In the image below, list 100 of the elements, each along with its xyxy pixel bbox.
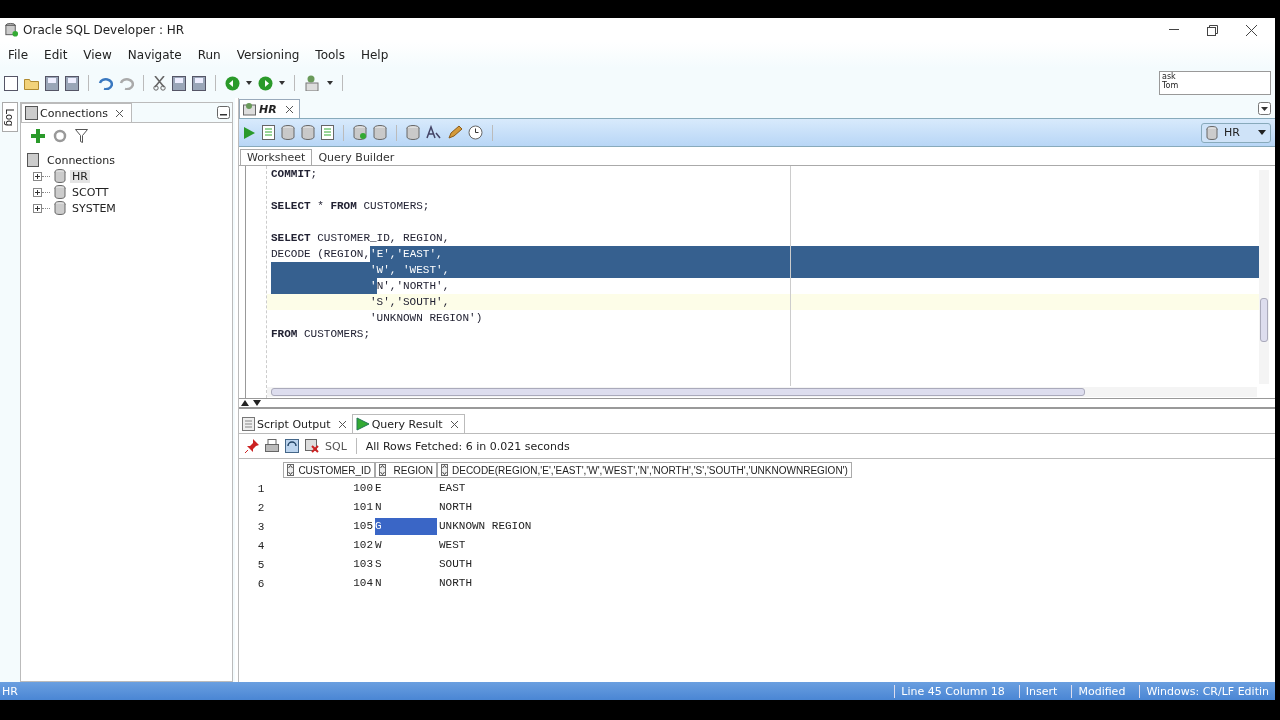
menu-item[interactable]: Edit xyxy=(44,48,68,62)
table-cell[interactable]: E xyxy=(375,480,437,497)
close-icon[interactable] xyxy=(116,109,123,117)
output-tab[interactable]: Query Result xyxy=(351,414,465,433)
cut-icon[interactable] xyxy=(153,75,166,91)
table-cell[interactable]: 101 xyxy=(283,499,375,516)
column-header[interactable]: DECODE(REGION,'E','EAST','W','WEST','N','NORTH','S','SOUTH','UNKNOWNREGION') xyxy=(437,462,852,478)
menu-item[interactable]: Versioning xyxy=(236,48,300,62)
connection-selector[interactable]: HR xyxy=(1201,122,1271,143)
tree-item[interactable]: SCOTT xyxy=(70,185,111,199)
forward-icon[interactable] xyxy=(258,75,273,91)
column-header[interactable]: CUSTOMER_ID xyxy=(283,462,375,478)
table-cell[interactable]: S xyxy=(375,556,437,573)
close-icon[interactable] xyxy=(450,420,458,428)
code-text: ' xyxy=(271,278,377,294)
table-cell[interactable]: N xyxy=(375,499,437,516)
delete-icon[interactable] xyxy=(305,439,319,453)
table-cell[interactable]: N xyxy=(375,575,437,592)
table-cell[interactable]: W xyxy=(375,537,437,554)
status-item: Modified xyxy=(1071,684,1132,698)
minimize-icon[interactable] xyxy=(217,106,230,119)
status-item: Insert xyxy=(1018,684,1064,698)
back-icon[interactable] xyxy=(225,75,240,91)
new-file-icon[interactable] xyxy=(4,75,18,91)
caret-icon[interactable] xyxy=(246,81,252,85)
database-icon[interactable] xyxy=(373,125,387,140)
table-cell[interactable]: 103 xyxy=(283,556,375,573)
expand-toggle-icon[interactable] xyxy=(33,171,42,181)
worksheet-tab[interactable]: Worksheet xyxy=(240,149,313,165)
table-cell[interactable]: G xyxy=(375,518,437,535)
table-cell[interactable]: 102 xyxy=(283,537,375,554)
restore-icon[interactable] xyxy=(1207,24,1218,36)
document-icon[interactable] xyxy=(321,125,334,140)
sql-button[interactable]: SQL xyxy=(325,439,347,453)
code-text: 'S','SOUTH', xyxy=(369,295,450,310)
tree-item[interactable]: SYSTEM xyxy=(70,201,118,215)
editor-tab[interactable]: HR xyxy=(239,99,300,118)
close-icon[interactable] xyxy=(285,105,293,113)
menu-item[interactable]: Navigate xyxy=(127,48,182,62)
sort-icon[interactable] xyxy=(287,464,294,476)
menu-item[interactable]: Help xyxy=(360,48,389,62)
save-all-icon[interactable] xyxy=(65,75,79,91)
clock-icon[interactable] xyxy=(468,125,483,140)
text-icon[interactable] xyxy=(426,125,441,140)
pin-icon[interactable] xyxy=(245,439,259,453)
output-tab[interactable]: Script Output xyxy=(239,415,352,433)
menu-item[interactable]: Run xyxy=(197,48,221,62)
table-cell[interactable]: EAST xyxy=(437,480,841,497)
dropdown-icon[interactable] xyxy=(1258,101,1271,115)
row-number: 6 xyxy=(256,577,266,590)
vertical-scrollbar[interactable] xyxy=(1259,170,1269,384)
collapse-arrows-icon[interactable] xyxy=(241,400,261,406)
column-header[interactable]: REGION xyxy=(375,462,437,478)
undo-icon[interactable] xyxy=(98,76,113,90)
run-icon[interactable] xyxy=(243,125,256,140)
print-icon[interactable] xyxy=(265,439,279,453)
open-folder-icon[interactable] xyxy=(24,76,39,90)
caret-icon xyxy=(1258,130,1266,135)
database-icon[interactable] xyxy=(281,125,295,140)
sort-icon[interactable] xyxy=(379,464,386,476)
menu-item[interactable]: Tools xyxy=(315,48,345,62)
save-icon[interactable] xyxy=(45,75,59,91)
search-box[interactable]: ask Tom xyxy=(1159,71,1271,95)
database-icon[interactable] xyxy=(301,125,315,140)
tree-item[interactable]: HR xyxy=(70,169,90,183)
caret-icon[interactable] xyxy=(327,81,333,85)
database-check-icon[interactable] xyxy=(353,125,367,140)
close-icon[interactable] xyxy=(1246,24,1257,36)
worksheet-tab[interactable]: Query Builder xyxy=(312,150,401,165)
add-icon[interactable] xyxy=(31,129,45,143)
database-icon[interactable] xyxy=(406,125,420,140)
expand-toggle-icon[interactable] xyxy=(33,187,42,197)
expand-toggle-icon[interactable] xyxy=(33,203,42,213)
tree-item[interactable]: Connections xyxy=(45,153,117,167)
table-cell[interactable]: 100 xyxy=(283,480,375,497)
table-cell[interactable]: 104 xyxy=(283,575,375,592)
table-cell[interactable]: 105 xyxy=(283,518,375,535)
row-number: 2 xyxy=(256,501,266,514)
menu-item[interactable]: File xyxy=(8,48,29,62)
close-icon[interactable] xyxy=(338,420,346,428)
sql-user-icon[interactable] xyxy=(304,75,321,91)
script-icon[interactable] xyxy=(262,125,275,140)
table-cell[interactable]: NORTH xyxy=(437,575,841,592)
log-side-tab[interactable]: Log xyxy=(2,102,18,132)
table-cell[interactable]: UNKNOWN REGION xyxy=(437,518,841,535)
connections-tab[interactable]: Connections xyxy=(21,103,132,122)
table-cell[interactable]: WEST xyxy=(437,537,841,554)
filter-icon[interactable] xyxy=(75,129,88,143)
minimize-icon[interactable] xyxy=(1169,29,1179,31)
caret-icon[interactable] xyxy=(279,81,285,85)
connections-icon xyxy=(25,106,38,120)
table-cell[interactable]: SOUTH xyxy=(437,556,841,573)
pencil-icon[interactable] xyxy=(447,125,462,140)
horizontal-scrollbar[interactable] xyxy=(267,387,1257,397)
sort-icon[interactable] xyxy=(441,464,448,476)
menu-item[interactable]: View xyxy=(83,48,112,62)
table-cell[interactable]: NORTH xyxy=(437,499,841,516)
code-text: 'UNKNOWN REGION') xyxy=(369,311,483,326)
row-number: 1 xyxy=(256,482,266,495)
database-icon xyxy=(54,185,66,199)
